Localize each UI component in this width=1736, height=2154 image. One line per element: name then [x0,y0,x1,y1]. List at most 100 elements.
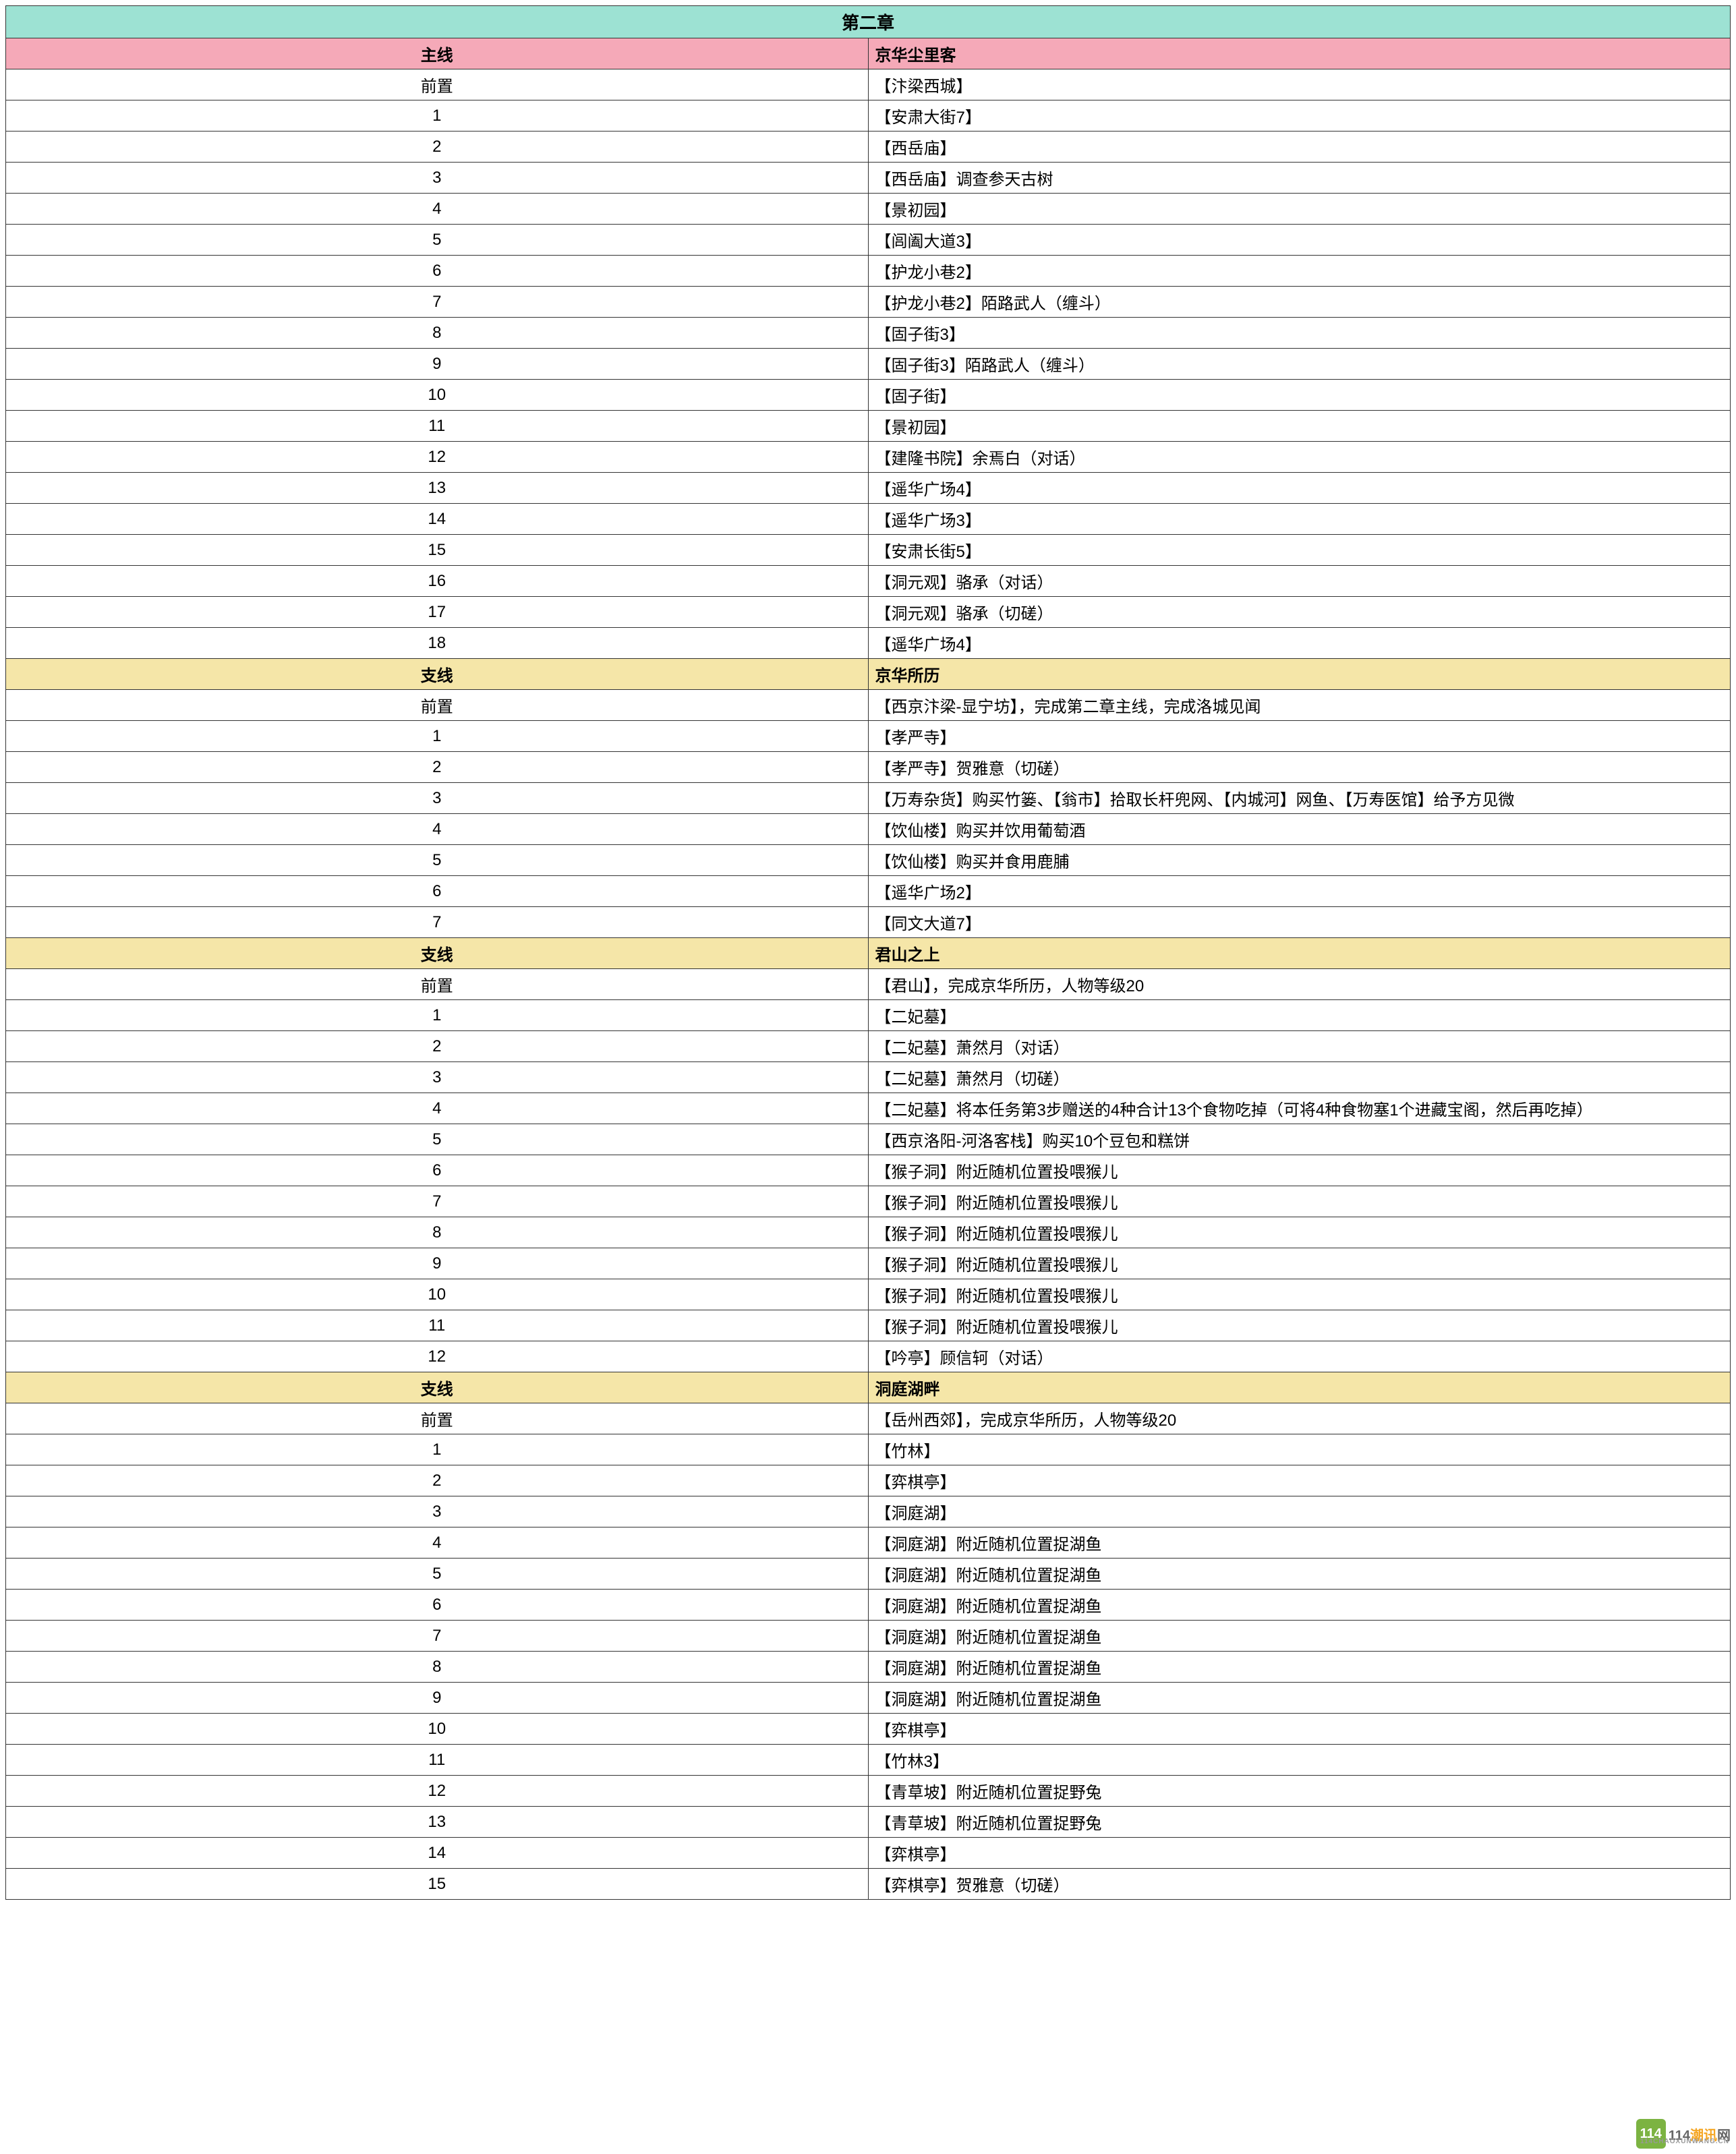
table-row: 9【洞庭湖】附近随机位置捉湖鱼 [6,1683,1731,1714]
step-content: 【弈棋亭】 [868,1465,1731,1496]
quest-table: 第二章主线京华尘里客前置【汴梁西城】1【安肃大街7】2【西岳庙】3【西岳庙】调查… [5,5,1731,1900]
table-row: 6【护龙小巷2】 [6,256,1731,287]
section-title: 京华尘里客 [868,38,1731,69]
table-row: 10【固子街】 [6,380,1731,411]
step-content: 【固子街3】陌路武人（缠斗） [868,349,1731,380]
table-row: 1【安肃大街7】 [6,100,1731,132]
table-row: 1【孝严寺】 [6,721,1731,752]
table-row: 9【固子街3】陌路武人（缠斗） [6,349,1731,380]
step-number: 16 [6,566,869,597]
table-row: 10【弈棋亭】 [6,1714,1731,1745]
step-content: 【西岳庙】 [868,132,1731,163]
step-content: 【吟亭】顾信轲（对话） [868,1341,1731,1372]
section-title: 京华所历 [868,659,1731,690]
step-content: 【猴子洞】附近随机位置投喂猴儿 [868,1310,1731,1341]
table-row: 7【同文大道7】 [6,907,1731,938]
table-row: 14【弈棋亭】 [6,1838,1731,1869]
table-row: 13【青草坡】附近随机位置捉野兔 [6,1807,1731,1838]
step-number: 17 [6,597,869,628]
section-type-label: 支线 [6,938,869,969]
table-row: 12【建隆书院】余焉白（对话） [6,442,1731,473]
table-row: 前置【岳州西郊】，完成京华所历，人物等级20 [6,1403,1731,1434]
table-row: 7【洞庭湖】附近随机位置捉湖鱼 [6,1621,1731,1652]
table-row: 8【固子街3】 [6,318,1731,349]
step-content: 【洞庭湖】 [868,1496,1731,1527]
table-row: 1【二妃墓】 [6,1000,1731,1031]
step-content: 【二妃墓】 [868,1000,1731,1031]
table-row: 6【遥华广场2】 [6,876,1731,907]
table-row: 2【孝严寺】贺雅意（切磋） [6,752,1731,783]
step-number: 2 [6,752,869,783]
step-content: 【护龙小巷2】陌路武人（缠斗） [868,287,1731,318]
step-number: 前置 [6,690,869,721]
section-title: 君山之上 [868,938,1731,969]
table-row: 12【吟亭】顾信轲（对话） [6,1341,1731,1372]
step-number: 1 [6,100,869,132]
step-number: 6 [6,256,869,287]
step-content: 【景初园】 [868,194,1731,225]
table-row: 9【猴子洞】附近随机位置投喂猴儿 [6,1248,1731,1279]
step-number: 4 [6,1527,869,1559]
step-number: 前置 [6,69,869,100]
table-row: 4【洞庭湖】附近随机位置捉湖鱼 [6,1527,1731,1559]
table-row: 6【洞庭湖】附近随机位置捉湖鱼 [6,1590,1731,1621]
step-content: 【西京汴梁-显宁坊】，完成第二章主线，完成洛城见闻 [868,690,1731,721]
step-content: 【猴子洞】附近随机位置投喂猴儿 [868,1217,1731,1248]
step-content: 【弈棋亭】贺雅意（切磋） [868,1869,1731,1900]
table-row: 2【西岳庙】 [6,132,1731,163]
step-content: 【猴子洞】附近随机位置投喂猴儿 [868,1155,1731,1186]
step-content: 【洞元观】骆承（切磋） [868,597,1731,628]
table-row: 7【护龙小巷2】陌路武人（缠斗） [6,287,1731,318]
step-number: 12 [6,442,869,473]
step-content: 【洞庭湖】附近随机位置捉湖鱼 [868,1590,1731,1621]
table-row: 3【洞庭湖】 [6,1496,1731,1527]
step-number: 前置 [6,969,869,1000]
step-number: 1 [6,1434,869,1465]
step-content: 【竹林3】 [868,1745,1731,1776]
step-content: 【西京洛阳-河洛客栈】购买10个豆包和糕饼 [868,1124,1731,1155]
step-number: 3 [6,163,869,194]
step-content: 【二妃墓】将本任务第3步赠送的4种合计13个食物吃掉（可将4种食物塞1个进藏宝阁… [868,1093,1731,1124]
step-number: 5 [6,1124,869,1155]
table-row: 前置【西京汴梁-显宁坊】，完成第二章主线，完成洛城见闻 [6,690,1731,721]
step-number: 5 [6,225,869,256]
step-number: 9 [6,349,869,380]
step-number: 10 [6,380,869,411]
step-content: 【弈棋亭】 [868,1714,1731,1745]
step-number: 11 [6,411,869,442]
step-content: 【孝严寺】 [868,721,1731,752]
table-row: 3【二妃墓】萧然月（切磋） [6,1062,1731,1093]
table-row: 17【洞元观】骆承（切磋） [6,597,1731,628]
step-content: 【护龙小巷2】 [868,256,1731,287]
step-number: 5 [6,1559,869,1590]
table-row: 2【二妃墓】萧然月（对话） [6,1031,1731,1062]
step-number: 14 [6,504,869,535]
step-content: 【饮仙楼】购买并饮用葡萄酒 [868,814,1731,845]
section-title: 洞庭湖畔 [868,1372,1731,1403]
table-row: 前置【汴梁西城】 [6,69,1731,100]
step-number: 13 [6,473,869,504]
step-number: 7 [6,907,869,938]
step-number: 8 [6,318,869,349]
table-row: 3【万寿杂货】购买竹篓、【翁市】拾取长杆兜网、【内城河】网鱼、【万寿医馆】给予方… [6,783,1731,814]
table-row: 11【景初园】 [6,411,1731,442]
step-number: 2 [6,1031,869,1062]
step-content: 【万寿杂货】购买竹篓、【翁市】拾取长杆兜网、【内城河】网鱼、【万寿医馆】给予方见… [868,783,1731,814]
step-content: 【同文大道7】 [868,907,1731,938]
step-number: 15 [6,1869,869,1900]
step-content: 【二妃墓】萧然月（切磋） [868,1062,1731,1093]
table-row: 前置【君山】，完成京华所历，人物等级20 [6,969,1731,1000]
table-row: 8【洞庭湖】附近随机位置捉湖鱼 [6,1652,1731,1683]
table-row: 16【洞元观】骆承（对话） [6,566,1731,597]
step-number: 8 [6,1652,869,1683]
step-number: 10 [6,1279,869,1310]
step-content: 【遥华广场2】 [868,876,1731,907]
table-row: 14【遥华广场3】 [6,504,1731,535]
table-row: 6【猴子洞】附近随机位置投喂猴儿 [6,1155,1731,1186]
table-row: 2【弈棋亭】 [6,1465,1731,1496]
table-row: 4【景初园】 [6,194,1731,225]
step-content: 【二妃墓】萧然月（对话） [868,1031,1731,1062]
table-row: 1【竹林】 [6,1434,1731,1465]
step-number: 6 [6,1155,869,1186]
step-content: 【安肃长街5】 [868,535,1731,566]
